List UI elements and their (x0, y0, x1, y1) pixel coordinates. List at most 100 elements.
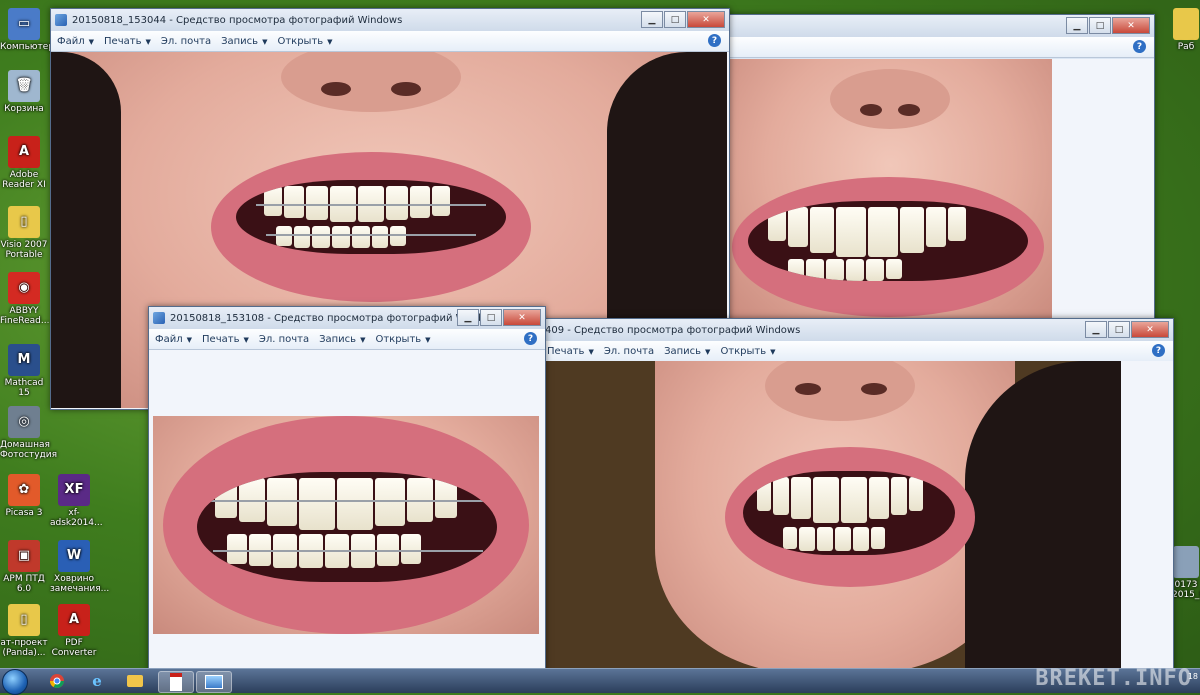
photo-area (726, 59, 1154, 325)
close-button[interactable]: ✕ (1131, 321, 1169, 338)
desktop-icon-label: Mathcad 15 (4, 378, 44, 398)
desktop-icon[interactable]: 🗑 Корзина (0, 70, 48, 114)
desktop-icon[interactable]: ✿ Picasa 3 (0, 474, 48, 518)
minimize-button[interactable]: ▁ (457, 309, 479, 326)
chevron-down-icon: ▼ (588, 347, 594, 356)
maximize-button[interactable]: □ (480, 309, 502, 326)
menu-print[interactable]: Печать ▼ (202, 334, 249, 345)
taskbar-chrome-icon[interactable] (40, 671, 74, 691)
desktop-icon-label: xf-adsk2014... (50, 508, 103, 528)
photo-viewer-icon (55, 14, 67, 26)
photo-viewer-window-3[interactable]: 20150818_153108 - Средство просмотра фот… (148, 306, 546, 678)
titlebar[interactable]: 20150818_153044 - Средство просмотра фот… (51, 9, 729, 31)
maximize-button[interactable]: □ (1089, 17, 1111, 34)
menu-print[interactable]: Печать ▼ (547, 346, 594, 357)
minimize-button[interactable]: ▁ (641, 11, 663, 28)
menu-file[interactable]: Файл ▼ (57, 36, 94, 47)
desktop-icon[interactable]: ▯ ат-проект (Panda)... (0, 604, 48, 658)
app-icon: W (58, 540, 90, 572)
menu-email[interactable]: Эл. почта (604, 346, 654, 357)
app-icon: 🗑 (8, 70, 40, 102)
app-icon: ▯ (8, 206, 40, 238)
taskbar-adobe-reader-icon[interactable] (158, 671, 194, 693)
menu-burn[interactable]: Запись ▼ (664, 346, 710, 357)
chevron-down-icon: ▼ (705, 347, 711, 356)
app-icon (1173, 546, 1199, 578)
menu-email[interactable]: Эл. почта (161, 36, 211, 47)
menu-burn[interactable]: Запись ▼ (221, 36, 267, 47)
titlebar[interactable]: 20150818_153108 - Средство просмотра фот… (149, 307, 545, 329)
chevron-down-icon: ▼ (262, 37, 268, 46)
help-icon[interactable]: ? (708, 34, 721, 47)
minimize-button[interactable]: ▁ (1085, 321, 1107, 338)
desktop-icon[interactable]: ▭ Компьютер (0, 8, 54, 52)
menubar: Печать ▼ Эл. почта Запись ▼ Открыть ▼ ? (541, 341, 1173, 362)
menu-file[interactable]: Файл ▼ (155, 334, 192, 345)
app-icon: M (8, 344, 40, 376)
help-icon[interactable]: ? (1152, 344, 1165, 357)
chevron-down-icon: ▼ (186, 335, 193, 344)
photo-smile-before (730, 59, 1052, 325)
desktop-icon[interactable]: 0173 2015_0 (1172, 546, 1200, 600)
taskbar-ie-icon[interactable]: e (80, 671, 114, 691)
desktop-icon[interactable]: Раб (1172, 8, 1200, 52)
menu-open[interactable]: Открыть ▼ (375, 334, 430, 345)
chevron-down-icon: ▼ (425, 335, 431, 344)
window-title: 20150818_153108 - Средство просмотра фот… (170, 312, 501, 324)
chevron-down-icon: ▼ (145, 37, 151, 46)
close-button[interactable]: ✕ (1112, 17, 1150, 34)
menu-open[interactable]: Открыть ▼ (277, 36, 332, 47)
desktop-icon[interactable]: M Mathcad 15 (0, 344, 48, 398)
watermark: BREKET.INFO (1035, 666, 1192, 691)
menubar: Файл ▼ Печать ▼ Эл. почта Запись ▼ Открыть ▼… (149, 329, 545, 350)
taskbar-explorer-icon[interactable] (118, 671, 152, 691)
app-icon: ▯ (8, 604, 40, 636)
desktop-icon-label: Раб (1177, 42, 1195, 52)
close-button[interactable]: ✕ (687, 11, 725, 28)
taskbar-photo-viewer-icon[interactable] (196, 671, 232, 693)
desktop-icon-label: Picasa 3 (5, 508, 43, 518)
close-button[interactable]: ✕ (503, 309, 541, 326)
chevron-down-icon: ▼ (327, 37, 333, 46)
minimize-button[interactable]: ▁ (1066, 17, 1088, 34)
desktop-icon-label: Visio 2007 Portable (0, 240, 48, 260)
app-icon: ▣ (8, 540, 40, 572)
menu-burn[interactable]: Запись ▼ (319, 334, 365, 345)
desktop-icon-label: Adobe Reader XI (2, 170, 46, 190)
titlebar[interactable]: 409 - Средство просмотра фотографий Wind… (541, 319, 1173, 341)
window-title: 20150818_153044 - Средство просмотра фот… (72, 14, 403, 26)
desktop-icon[interactable]: ◉ ABBYY FineRead... (0, 272, 49, 326)
maximize-button[interactable]: □ (1108, 321, 1130, 338)
app-icon (1173, 8, 1199, 40)
desktop-icon[interactable]: A Adobe Reader XI (0, 136, 48, 190)
desktop-icon[interactable]: ▣ АРМ ПТД 6.0 (0, 540, 48, 594)
menubar: Файл ▼ Печать ▼ Эл. почта Запись ▼ Открыть ▼… (51, 31, 729, 52)
chevron-down-icon: ▼ (770, 347, 776, 356)
desktop-icon[interactable]: ◎ Домашная Фотостудия (0, 406, 57, 460)
menu-open[interactable]: Открыть ▼ (720, 346, 775, 357)
maximize-button[interactable]: □ (664, 11, 686, 28)
photo-braces-closeup (153, 416, 539, 634)
chevron-down-icon: ▼ (243, 335, 249, 344)
desktop-icon[interactable]: W Ховрино замечания... (50, 540, 110, 594)
help-icon[interactable]: ? (1133, 40, 1146, 53)
taskbar: e 18 (0, 668, 1200, 695)
desktop-icon[interactable]: XF xf-adsk2014... (50, 474, 103, 528)
window-title: 409 - Средство просмотра фотографий Wind… (545, 324, 801, 336)
menu-print[interactable]: Печать ▼ (104, 36, 151, 47)
photo-viewer-window-2[interactable]: ▁ □ ✕ ? (725, 14, 1155, 326)
app-icon: A (58, 604, 90, 636)
photo-area (541, 361, 1173, 675)
desktop-icon-label: Корзина (4, 104, 44, 114)
app-icon: ◉ (8, 272, 40, 304)
desktop-icon-label: АРМ ПТД 6.0 (3, 574, 45, 594)
desktop-icon[interactable]: ▯ Visio 2007 Portable (0, 206, 48, 260)
desktop-icon[interactable]: A PDF Converter (50, 604, 98, 658)
desktop-icon-label: Ховрино замечания... (50, 574, 110, 594)
photo-viewer-window-4[interactable]: 409 - Средство просмотра фотографий Wind… (540, 318, 1174, 676)
start-button[interactable] (2, 669, 28, 695)
photo-viewer-icon (153, 312, 165, 324)
help-icon[interactable]: ? (524, 332, 537, 345)
menu-email[interactable]: Эл. почта (259, 334, 309, 345)
titlebar[interactable]: ▁ □ ✕ (726, 15, 1154, 37)
